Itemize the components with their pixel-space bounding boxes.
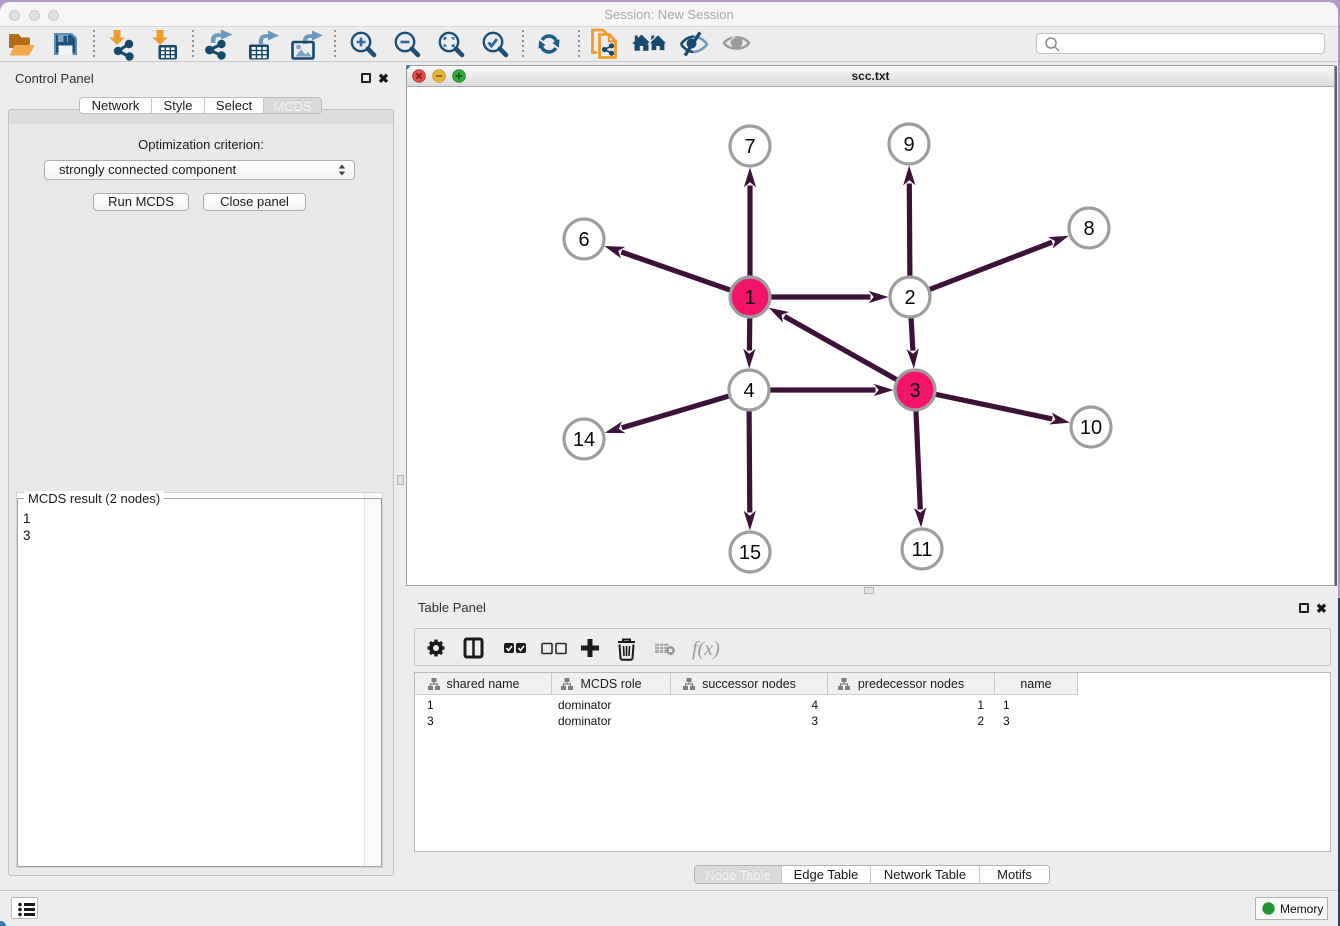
svg-text:1: 1 [744,287,755,309]
svg-text:7: 7 [744,136,755,158]
svg-text:15: 15 [739,542,761,564]
svg-text:f(x): f(x) [692,638,720,660]
svg-text:9: 9 [903,134,914,156]
svg-text:4: 4 [743,380,754,402]
svg-text:14: 14 [573,429,595,451]
svg-text:6: 6 [578,229,589,251]
svg-text:3: 3 [909,380,920,402]
svg-text:2: 2 [904,287,915,309]
svg-text:11: 11 [912,539,933,561]
svg-text:8: 8 [1083,218,1094,240]
svg-text:10: 10 [1080,417,1102,439]
